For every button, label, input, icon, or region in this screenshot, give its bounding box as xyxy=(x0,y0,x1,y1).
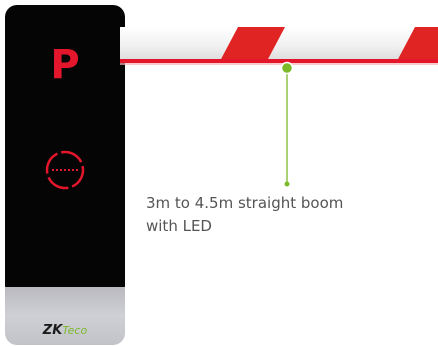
caption-line-2: with LED xyxy=(146,217,212,235)
caption-line-1: 3m to 4.5m straight boom xyxy=(146,194,344,212)
callout-leader xyxy=(280,61,294,187)
brand-logo: ZKTeco xyxy=(5,323,125,339)
barrier-cabinet: P ZKTeco xyxy=(5,5,125,345)
no-entry-ring-icon xyxy=(45,150,85,190)
boom-callout-caption: 3m to 4.5m straight boom with LED xyxy=(146,192,426,238)
cabinet-body: P xyxy=(5,5,125,290)
leader-dot-icon xyxy=(280,61,294,75)
brand-logo-suffix: Teco xyxy=(62,324,88,337)
brand-logo-prefix: ZK xyxy=(42,323,63,338)
parking-sign-letter: P xyxy=(50,42,80,88)
